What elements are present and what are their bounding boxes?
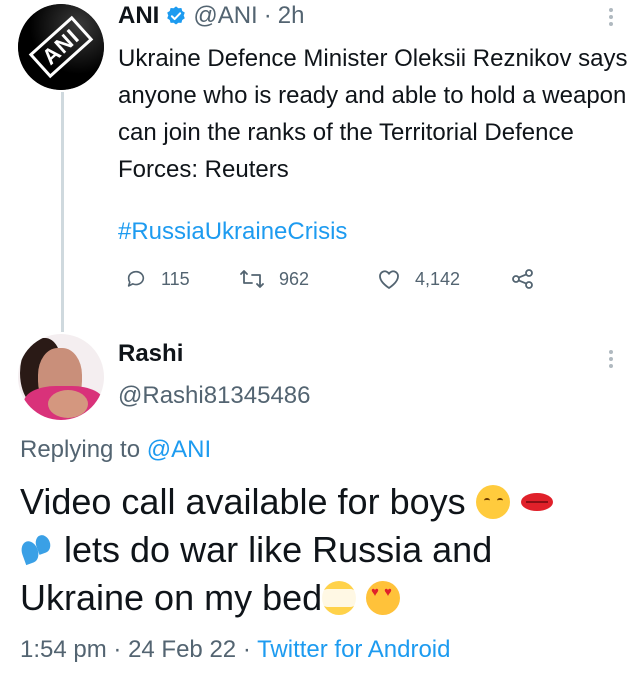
reply-line-1: Video call available for boys [20, 478, 630, 526]
reply-author-handle[interactable]: @Rashi81345486 [118, 382, 311, 410]
separator-dot: · [113, 636, 122, 663]
reply-date[interactable]: 24 Feb 22 [128, 636, 236, 663]
reply-text-line1: Video call available for boys [20, 481, 466, 522]
replying-to-mention[interactable]: @ANI [147, 436, 211, 463]
author-name[interactable]: ANI [118, 2, 159, 30]
like-button[interactable]: 4,142 [377, 268, 460, 290]
kiss-mark-icon [520, 485, 554, 519]
reply-text-line3: Ukraine on my bed [20, 577, 323, 618]
reply-count: 115 [161, 268, 190, 289]
heart-eyes-cat-icon [366, 581, 401, 615]
verified-badge-icon [165, 5, 187, 27]
tweet-text: Ukraine Defence Minister Oleksii Rezniko… [118, 45, 628, 183]
tweet-time[interactable]: 2h [278, 2, 305, 30]
sweat-droplets-icon [20, 533, 54, 567]
tweet-source-link[interactable]: Twitter for Android [257, 636, 450, 663]
retweet-button[interactable]: 962 [239, 268, 309, 290]
separator-dot: · [242, 636, 251, 663]
retweet-icon [240, 270, 264, 288]
retweet-count: 962 [279, 268, 310, 289]
rashi-avatar[interactable] [18, 334, 104, 420]
separator-dot: · [263, 2, 272, 29]
replying-to-label: Replying to [20, 436, 141, 463]
hashtag-link[interactable]: #RussiaUkraineCrisis [118, 218, 347, 246]
avatar-skin [48, 390, 88, 418]
reply-tweet-text: Video call available for boys lets do wa… [20, 478, 630, 622]
thread-connector-line [61, 92, 64, 332]
tweet-header: ANI @ANI · 2h [118, 2, 304, 30]
author-handle[interactable]: @ANI [193, 2, 257, 30]
tweet-actions: 115 962 4,142 [125, 268, 565, 304]
drooling-face-icon [475, 485, 510, 519]
share-icon [512, 269, 533, 289]
reply-text-line2: lets do war like Russia and [64, 529, 493, 570]
reply-metadata: 1:54 pm · 24 Feb 22 · Twitter for Androi… [20, 636, 450, 664]
reply-icon [127, 270, 145, 287]
more-options-icon[interactable] [606, 350, 616, 371]
replying-to-line: Replying to @ANI [20, 436, 211, 464]
reply-button[interactable]: 115 [125, 268, 190, 290]
more-options-icon[interactable] [606, 8, 616, 29]
reply-timestamp[interactable]: 1:54 pm [20, 636, 107, 663]
share-button[interactable] [511, 268, 549, 290]
reply-line-3: Ukraine on my bed [20, 574, 630, 622]
reply-line-2: lets do war like Russia and [20, 526, 630, 574]
like-count: 4,142 [415, 268, 461, 289]
ani-avatar[interactable]: ANI [18, 4, 104, 90]
like-icon [379, 270, 399, 289]
face-in-clouds-icon [320, 581, 359, 615]
reply-author-name[interactable]: Rashi [118, 340, 183, 368]
